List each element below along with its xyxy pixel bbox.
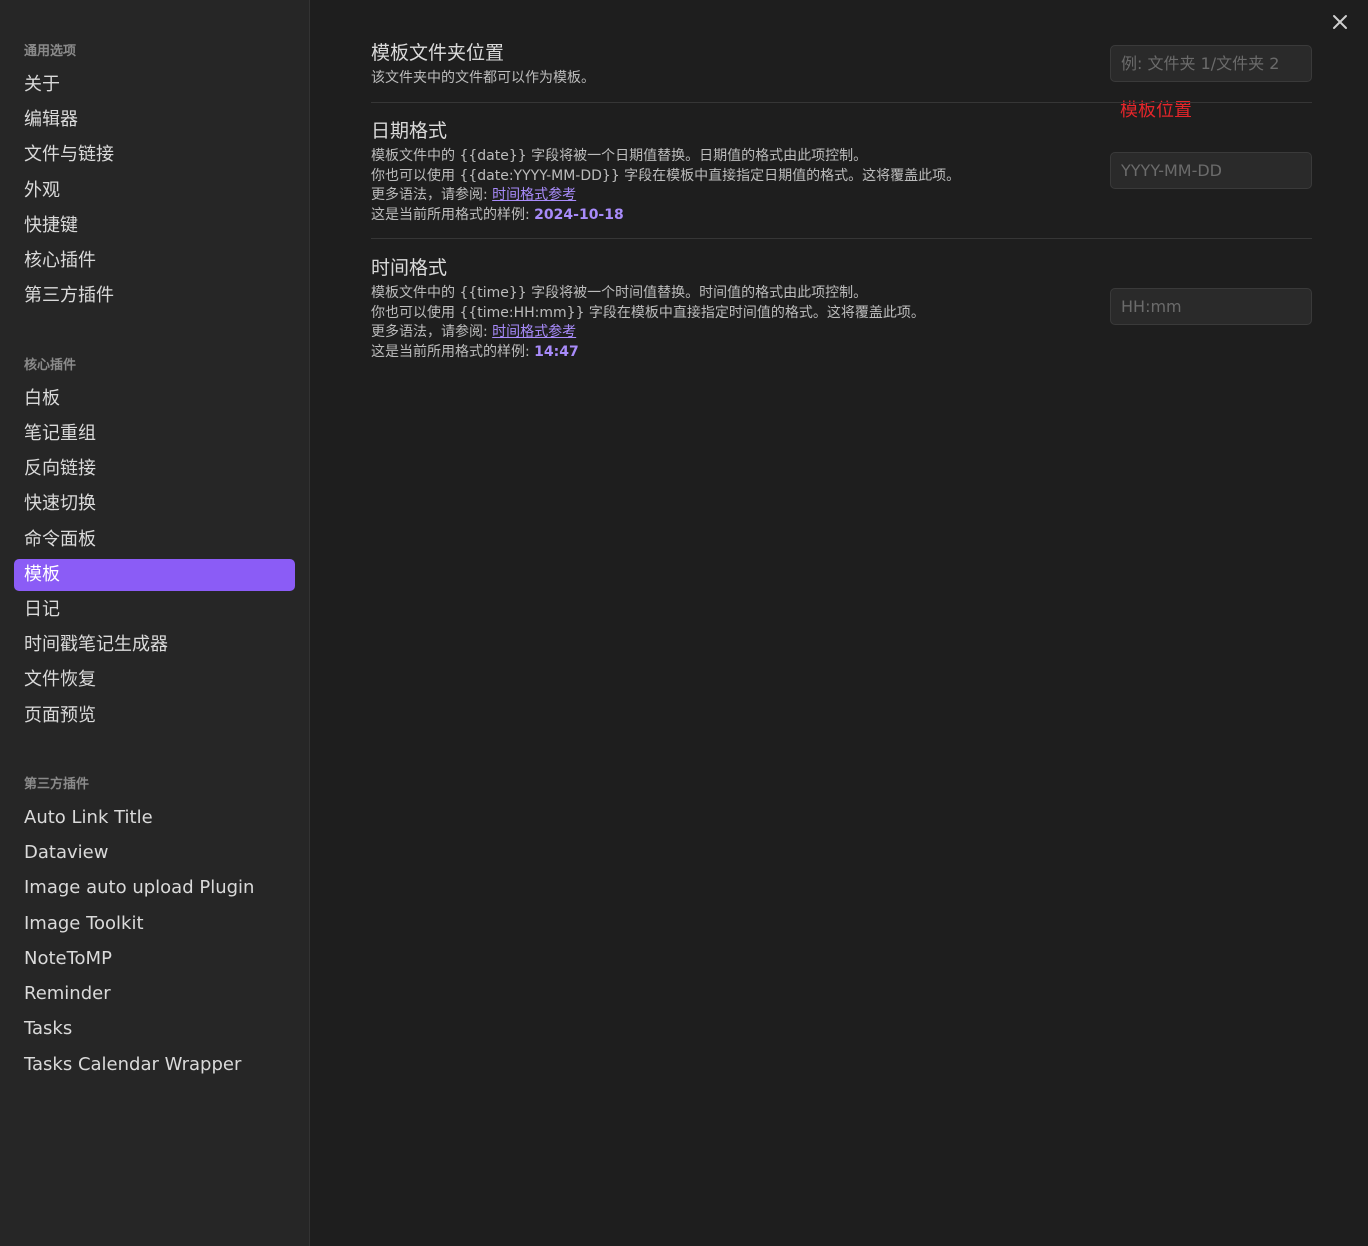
sidebar-item-tasks[interactable]: Tasks xyxy=(14,1013,295,1045)
more-syntax-text: 更多语法，请参阅: xyxy=(371,187,493,203)
sample-prefix: 这是当前所用格式的样例: xyxy=(371,206,535,223)
time-sample-value: 14:47 xyxy=(534,343,579,360)
setting-title: 时间格式 xyxy=(371,257,448,279)
settings-content: 模板文件夹位置 该文件夹中的文件都可以作为模板。 模板位置 日期格式 模板文件中… xyxy=(311,0,1368,1246)
sidebar-item-auto-link-title[interactable]: Auto Link Title xyxy=(14,802,295,834)
sidebar-item-quick-switcher[interactable]: 快速切换 xyxy=(14,488,295,520)
sidebar-item-tasks-calendar-wrapper[interactable]: Tasks Calendar Wrapper xyxy=(14,1049,295,1081)
desc-line: 更多语法，请参阅: 时间格式参考 xyxy=(371,323,1312,343)
sidebar-item-daily-notes[interactable]: 日记 xyxy=(14,594,295,626)
sidebar-heading-core: 核心插件 xyxy=(24,358,77,373)
more-syntax-text: 更多语法，请参阅: xyxy=(371,324,493,340)
sample-prefix: 这是当前所用格式的样例: xyxy=(371,343,535,360)
divider xyxy=(371,238,1312,239)
sidebar-heading-general: 通用选项 xyxy=(24,44,77,59)
sidebar-item-about[interactable]: 关于 xyxy=(14,69,295,101)
sidebar-item-notetomp[interactable]: NoteToMP xyxy=(14,943,295,975)
format-reference-link[interactable]: 时间格式参考 xyxy=(492,324,576,340)
setting-title: 日期格式 xyxy=(371,120,448,142)
close-button[interactable] xyxy=(1328,10,1352,34)
sidebar-item-unique-note-creator[interactable]: 时间戳笔记生成器 xyxy=(14,629,295,661)
time-format-input[interactable] xyxy=(1110,288,1312,325)
sidebar-item-dataview[interactable]: Dataview xyxy=(14,837,295,869)
divider xyxy=(371,102,1312,103)
sidebar-item-command-palette[interactable]: 命令面板 xyxy=(14,524,295,556)
sidebar-item-editor[interactable]: 编辑器 xyxy=(14,104,295,136)
date-format-input[interactable] xyxy=(1110,152,1312,189)
sidebar-item-note-composer[interactable]: 笔记重组 xyxy=(14,418,295,450)
sidebar-heading-community: 第三方插件 xyxy=(24,777,90,792)
sidebar-item-reminder[interactable]: Reminder xyxy=(14,978,295,1010)
sidebar-item-page-preview[interactable]: 页面预览 xyxy=(14,700,295,732)
desc-line: 这是当前所用格式的样例: 2024-10-18 xyxy=(371,206,1312,226)
format-reference-link[interactable]: 时间格式参考 xyxy=(492,187,576,203)
sidebar-item-appearance[interactable]: 外观 xyxy=(14,175,295,207)
sidebar-item-canvas[interactable]: 白板 xyxy=(14,383,295,415)
sidebar-item-backlinks[interactable]: 反向链接 xyxy=(14,453,295,485)
template-folder-input[interactable] xyxy=(1110,45,1312,82)
sidebar-item-core-plugins[interactable]: 核心插件 xyxy=(14,245,295,277)
sidebar-item-files-links[interactable]: 文件与链接 xyxy=(14,139,295,171)
sidebar-item-templates[interactable]: 模板 xyxy=(14,559,295,591)
date-sample-value: 2024-10-18 xyxy=(534,206,624,223)
sidebar-item-image-auto-upload[interactable]: Image auto upload Plugin xyxy=(14,872,295,904)
sidebar-item-file-recovery[interactable]: 文件恢复 xyxy=(14,664,295,696)
sidebar-item-image-toolkit[interactable]: Image Toolkit xyxy=(14,908,295,940)
close-icon xyxy=(1333,15,1347,29)
desc-line: 这是当前所用格式的样例: 14:47 xyxy=(371,343,1312,363)
sidebar-item-community-plugins[interactable]: 第三方插件 xyxy=(14,280,295,312)
settings-sidebar: 通用选项 关于 编辑器 文件与链接 外观 快捷键 核心插件 第三方插件 核心插件… xyxy=(0,0,310,1246)
sidebar-item-hotkeys[interactable]: 快捷键 xyxy=(14,210,295,242)
